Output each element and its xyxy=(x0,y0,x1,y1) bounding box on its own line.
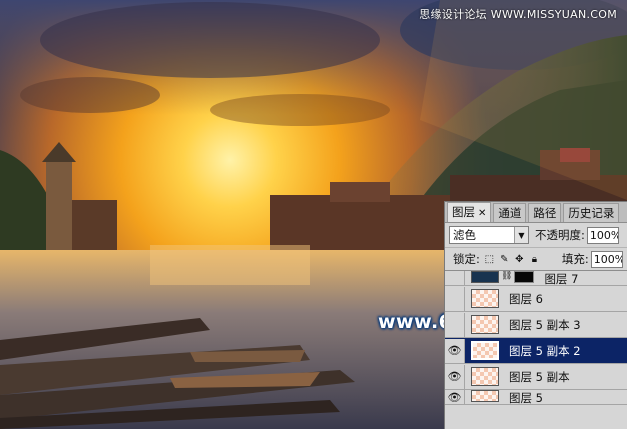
layer-name: 图层 5 xyxy=(509,391,543,405)
visibility-toggle[interactable] xyxy=(445,312,465,337)
tab-label: 图层 xyxy=(452,205,475,219)
blend-mode-value: 滤色 xyxy=(453,228,476,242)
layer-row-6[interactable]: 图层 6 xyxy=(445,286,627,312)
tab-label: 通道 xyxy=(498,206,522,220)
visibility-toggle[interactable]: 👁︎ xyxy=(445,338,465,363)
layer-list: ⛓ 图层 7 图层 6 图层 5 副本 3 👁︎ 图层 5 副本 2 👁︎ 图层… xyxy=(445,271,627,405)
fill-input[interactable]: 100% xyxy=(590,250,623,268)
layer-name: 图层 7 xyxy=(544,272,579,286)
layer-row-5-copy-2[interactable]: 👁︎ 图层 5 副本 2 xyxy=(445,338,627,364)
layer-thumbnail xyxy=(471,289,499,308)
layer-thumbnail xyxy=(471,367,499,386)
layer-name: 图层 5 副本 2 xyxy=(509,343,581,358)
layer-row-5[interactable]: 👁︎ 图层 5 xyxy=(445,390,627,405)
lock-pixels-icon[interactable]: ✎ xyxy=(499,254,510,265)
layer-thumbnail xyxy=(471,271,499,283)
visibility-toggle[interactable] xyxy=(445,286,465,311)
layer-row-5-copy-3[interactable]: 图层 5 副本 3 xyxy=(445,312,627,338)
lock-all-icon[interactable]: 🔒︎ xyxy=(529,254,540,265)
lock-row: 锁定: ⬚ ✎ ✥ 🔒︎ 填充: 100% xyxy=(445,247,627,271)
opacity-input[interactable]: 100% xyxy=(586,226,619,244)
tab-label: 历史记录 xyxy=(568,206,615,220)
tab-history[interactable]: 历史记录 xyxy=(563,203,620,222)
lock-label: 锁定: xyxy=(453,252,480,266)
lock-transparency-icon[interactable]: ⬚ xyxy=(484,254,495,265)
layer-thumbnail xyxy=(471,315,499,334)
visibility-toggle[interactable]: 👁︎ xyxy=(445,390,465,404)
opacity-label: 不透明度: xyxy=(535,228,585,242)
eye-icon: 👁︎ xyxy=(447,390,462,404)
chevron-down-icon[interactable]: ▼ xyxy=(514,227,528,243)
lock-position-icon[interactable]: ✥ xyxy=(514,254,525,265)
tab-label: 路径 xyxy=(533,206,557,220)
layer-name: 图层 5 副本 xyxy=(509,369,570,384)
tab-channels[interactable]: 通道 xyxy=(493,203,527,222)
layers-panel: 图层 ✕ 通道 路径 历史记录 滤色 ▼ 不透明度: 100% 锁定: ⬚ ✎ ✥… xyxy=(444,201,627,429)
visibility-toggle[interactable]: 👁︎ xyxy=(445,364,465,389)
tab-paths[interactable]: 路径 xyxy=(528,203,562,222)
layer-thumbnail xyxy=(471,390,499,402)
blend-row: 滤色 ▼ 不透明度: 100% xyxy=(445,223,627,247)
lock-options: ⬚ ✎ ✥ 🔒︎ xyxy=(484,254,544,265)
layer-row-7[interactable]: ⛓ 图层 7 xyxy=(445,271,627,286)
fill-label: 填充: xyxy=(561,252,589,266)
watermark-top: 思缘设计论坛 WWW.MISSYUAN.COM xyxy=(419,8,617,21)
layer-mask-thumbnail xyxy=(514,271,535,283)
layer-thumbnail xyxy=(471,341,499,360)
visibility-toggle[interactable] xyxy=(445,271,465,285)
layer-name: 图层 6 xyxy=(509,291,543,306)
eye-icon: 👁︎ xyxy=(447,370,462,383)
layer-name: 图层 5 副本 3 xyxy=(509,317,581,332)
blend-mode-select[interactable]: 滤色 ▼ xyxy=(449,226,529,244)
tab-layers[interactable]: 图层 ✕ xyxy=(447,202,492,222)
eye-icon: 👁︎ xyxy=(447,344,462,357)
panel-tab-bar: 图层 ✕ 通道 路径 历史记录 xyxy=(445,202,627,223)
link-icon: ⛓ xyxy=(501,271,513,281)
layer-row-5-copy[interactable]: 👁︎ 图层 5 副本 xyxy=(445,364,627,390)
close-icon[interactable]: ✕ xyxy=(478,208,486,219)
